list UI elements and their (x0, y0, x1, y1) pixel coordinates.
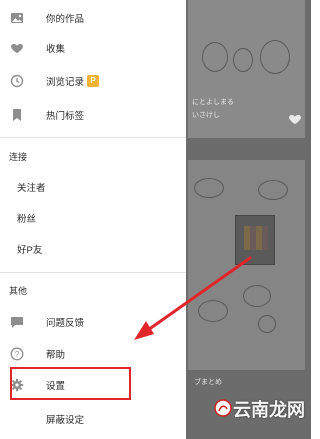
watermark-text: 云南龙网 (233, 400, 305, 420)
watermark-logo-icon (214, 399, 232, 417)
settings-highlight-box (10, 367, 131, 400)
